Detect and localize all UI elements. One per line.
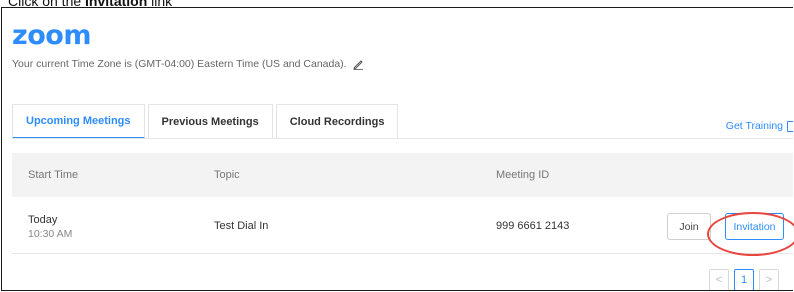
join-button[interactable]: Join xyxy=(667,213,711,240)
zoom-meetings-panel: zoom Your current Time Zone is (GMT-04:0… xyxy=(1,7,793,291)
next-page-button[interactable]: > xyxy=(759,269,779,290)
meeting-start-time: Today 10:30 AM xyxy=(28,213,72,241)
get-training-label: Get Training xyxy=(725,120,783,132)
meeting-time: 10:30 AM xyxy=(28,228,73,240)
tab-cloud-recordings[interactable]: Cloud Recordings xyxy=(275,104,399,139)
invitation-button[interactable]: Invitation xyxy=(725,213,784,240)
meeting-tabs: Upcoming Meetings Previous Meetings Clou… xyxy=(12,104,401,139)
table-row: Today 10:30 AM Test Dial In 999 6661 214… xyxy=(12,198,793,254)
tab-previous-meetings[interactable]: Previous Meetings xyxy=(147,104,273,139)
tabs-divider xyxy=(12,138,793,139)
pagination: < 1 > xyxy=(709,269,779,290)
meeting-topic[interactable]: Test Dial In xyxy=(214,220,268,232)
get-training-link[interactable]: Get Training xyxy=(726,120,793,132)
zoom-logo: zoom xyxy=(12,20,91,51)
prev-page-button[interactable]: < xyxy=(709,269,729,290)
book-icon xyxy=(787,120,793,132)
column-meeting-id: Meeting ID xyxy=(496,169,550,181)
page-1-button[interactable]: 1 xyxy=(734,269,754,290)
meeting-id-value: 999 6661 2143 xyxy=(496,220,570,232)
table-header: Start Time Topic Meeting ID xyxy=(12,153,793,197)
edit-pencil-icon[interactable] xyxy=(352,59,364,70)
meeting-day: Today xyxy=(28,214,58,226)
timezone-text: Your current Time Zone is (GMT-04:00) Ea… xyxy=(12,58,347,70)
column-start-time: Start Time xyxy=(28,169,79,181)
column-topic: Topic xyxy=(214,169,240,181)
timezone-line: Your current Time Zone is (GMT-04:00) Ea… xyxy=(12,58,364,70)
tab-upcoming-meetings[interactable]: Upcoming Meetings xyxy=(12,104,145,139)
